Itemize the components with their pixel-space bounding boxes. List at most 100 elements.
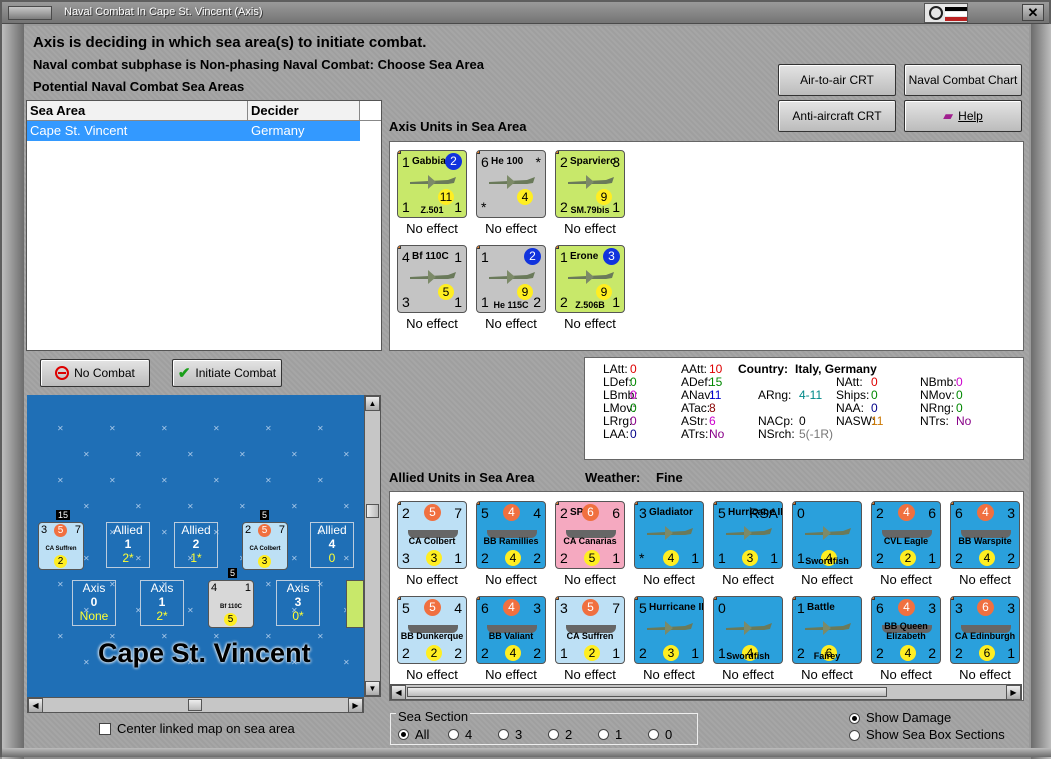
map-scroll-right-icon[interactable]: ▶ — [348, 698, 363, 713]
unit-counter[interactable]: 5 2 1 Hurricane IIB 3 — [634, 596, 704, 664]
map-vscroll-thumb[interactable] — [366, 504, 379, 518]
unit-counter[interactable]: 6 3 2 2 4 4 BB Valiant — [476, 596, 546, 664]
unit-counter[interactable]: 1 1 1 Gabbiano 2 11 Z.501 — [397, 150, 467, 218]
map-partial-counter[interactable] — [346, 580, 364, 628]
counter-marker-icon — [793, 597, 796, 600]
unit-counter[interactable]: 5 4 2 2 4 4 BB Ramillies — [476, 501, 546, 569]
stat-key: LAA: — [603, 427, 630, 441]
counter-marker-icon — [793, 502, 796, 505]
counter-mid: 4 — [979, 550, 995, 566]
unit-counter[interactable]: 5RSA11Hurricane IIA3 — [713, 501, 783, 569]
counter-name: Sparviero — [570, 156, 617, 167]
unit-effect-label: No effect — [485, 572, 537, 587]
sea-section-radio-2[interactable] — [548, 729, 559, 740]
svg-text:✕: ✕ — [135, 502, 142, 511]
counter-tl: 6 — [481, 154, 489, 170]
sea-section-radio-4[interactable] — [448, 729, 459, 740]
sea-section-radio-1[interactable] — [598, 729, 609, 740]
show-damage-radio[interactable] — [849, 713, 860, 724]
column-decider[interactable]: Decider — [248, 101, 360, 120]
map-sea-area-title: Cape St. Vincent — [98, 638, 311, 668]
scroll-thumb[interactable] — [407, 687, 887, 697]
unit-counter[interactable]: 3 * 1 Gladiator 4 — [634, 501, 704, 569]
counter-mid: 11 — [438, 189, 454, 205]
help-button[interactable]: ▰ Help — [904, 100, 1022, 132]
sea-section-radio-3[interactable] — [498, 729, 509, 740]
unit-effect-label: No effect — [880, 667, 932, 682]
unit-counter[interactable]: 2 6 2 1 SPA 6 5 CA Canarias — [555, 501, 625, 569]
unit-counter[interactable]: 2 7 3 1 5 3 CA Colbert — [397, 501, 467, 569]
stat-key: ADef: — [681, 375, 712, 389]
svg-text:✕: ✕ — [57, 580, 64, 589]
allied-sea-box[interactable]: Allied 2 1* — [174, 522, 218, 568]
counter-bl: 2 — [402, 645, 410, 661]
allied-sea-box[interactable]: Allied 1 2* — [106, 522, 150, 568]
map-unit-stack[interactable]: 4 1 Bf 110C 5 — [208, 580, 254, 628]
unit-counter[interactable]: 6 3 2 2 4 4 BB Queen Elizabeth — [871, 596, 941, 664]
unit-counter[interactable]: 5 4 2 2 5 2 BB Dunkerque — [397, 596, 467, 664]
unit-counter[interactable]: 1 2 Battle 6 Fairey — [792, 596, 862, 664]
scroll-up-icon[interactable]: ▲ — [365, 396, 380, 411]
show-sea-box-radio[interactable] — [849, 730, 860, 741]
unit-counter[interactable]: 1 1 2 2 9 He 115C — [476, 245, 546, 313]
unit-counter[interactable]: 0 1 4 Swordfish — [713, 596, 783, 664]
allied-units-scrollbar[interactable]: ◀ ▶ — [390, 684, 1022, 700]
axis-sea-box[interactable]: Axis 1 2* — [140, 580, 184, 626]
unit-counter[interactable]: 3 7 1 1 5 2 CA Suffren — [555, 596, 625, 664]
svg-text:✕: ✕ — [135, 450, 142, 459]
map-hscroll-thumb[interactable] — [188, 699, 202, 711]
window-menu-icon[interactable] — [8, 6, 52, 20]
counter-bl: 2 — [955, 550, 963, 566]
scroll-left-icon[interactable]: ◀ — [391, 685, 406, 700]
air-to-air-crt-button[interactable]: Air-to-air CRT — [778, 64, 896, 96]
counter-marker-icon — [477, 151, 480, 154]
map-vertical-scrollbar[interactable]: ▲ ▼ — [364, 395, 381, 697]
counter-mid: 2 — [900, 550, 916, 566]
unit-counter[interactable]: 3 3 2 1 6 6 CA Edinburgh — [950, 596, 1020, 664]
stat-value: 11 — [871, 414, 884, 428]
unit-counter[interactable]: 1 2 1 Erone 3 9 Z.506B — [555, 245, 625, 313]
counter-bl: * — [639, 550, 645, 566]
unit-counter[interactable]: 6 * * He 100 4 — [476, 150, 546, 218]
counter-subtitle: BB Queen Elizabeth — [884, 621, 928, 641]
stack-tr: 7 — [278, 524, 285, 536]
map-unit-stack[interactable]: 3 7 CA Suffren 2 5 — [38, 522, 84, 570]
counter-circle: 5 — [582, 599, 599, 616]
center-linked-checkbox[interactable] — [99, 723, 111, 735]
unit-counter[interactable]: 4 1 3 1 Bf 110C 5 — [397, 245, 467, 313]
title-bar: Naval Combat In Cape St. Vincent (Axis) … — [2, 2, 1049, 24]
anti-aircraft-crt-button[interactable]: Anti-aircraft CRT — [778, 100, 896, 132]
counter-tl: 2 — [560, 505, 568, 521]
svg-text:✕: ✕ — [187, 450, 194, 459]
sea-section-option-label: 4 — [465, 727, 473, 742]
scroll-down-icon[interactable]: ▼ — [365, 681, 380, 696]
sea-section-radio-0[interactable] — [648, 729, 659, 740]
naval-combat-chart-button[interactable]: Naval Combat Chart — [904, 64, 1022, 96]
sea-section-radio-All[interactable] — [398, 729, 409, 740]
map-scroll-left-icon[interactable]: ◀ — [28, 698, 43, 713]
map-horizontal-scrollbar[interactable]: ◀ ▶ — [27, 697, 364, 713]
table-row[interactable]: Cape St. Vincent Germany — [27, 121, 360, 141]
allied-sea-box[interactable]: Allied 4 0 — [310, 522, 354, 568]
axis-sea-box[interactable]: Axis 3 0* — [276, 580, 320, 626]
axis-sea-box[interactable]: Axis 0 None — [72, 580, 116, 626]
column-sea-area[interactable]: Sea Area — [27, 101, 248, 120]
counter-tr: 3 — [928, 600, 936, 616]
plane-icon — [487, 173, 537, 191]
unit-counter[interactable]: 0 1 4 Swordfish — [792, 501, 862, 569]
unit-effect-label: No effect — [406, 572, 458, 587]
stack-count: 15 — [56, 510, 71, 520]
unit-counter[interactable]: 6 3 2 2 4 4 BB Warspite — [950, 501, 1020, 569]
unit-counter[interactable]: 2 6 2 1 4 2 CVL Eagle — [871, 501, 941, 569]
unit-counter[interactable]: 2 3 2 1 Sparviero 9 SM.79bis — [555, 150, 625, 218]
svg-text:✕: ✕ — [83, 450, 90, 459]
svg-text:✕: ✕ — [57, 632, 64, 641]
close-icon[interactable]: ✕ — [1022, 4, 1044, 21]
stat-value: 6 — [709, 414, 716, 428]
counter-circle: 4 — [503, 599, 520, 616]
svg-text:✕: ✕ — [213, 476, 220, 485]
no-combat-button[interactable]: No Combat — [40, 359, 150, 387]
scroll-right-icon[interactable]: ▶ — [1006, 685, 1021, 700]
initiate-combat-button[interactable]: ✔ Initiate Combat — [172, 359, 282, 387]
map-unit-stack[interactable]: 2 7 CA Colbert 3 5 — [242, 522, 288, 570]
